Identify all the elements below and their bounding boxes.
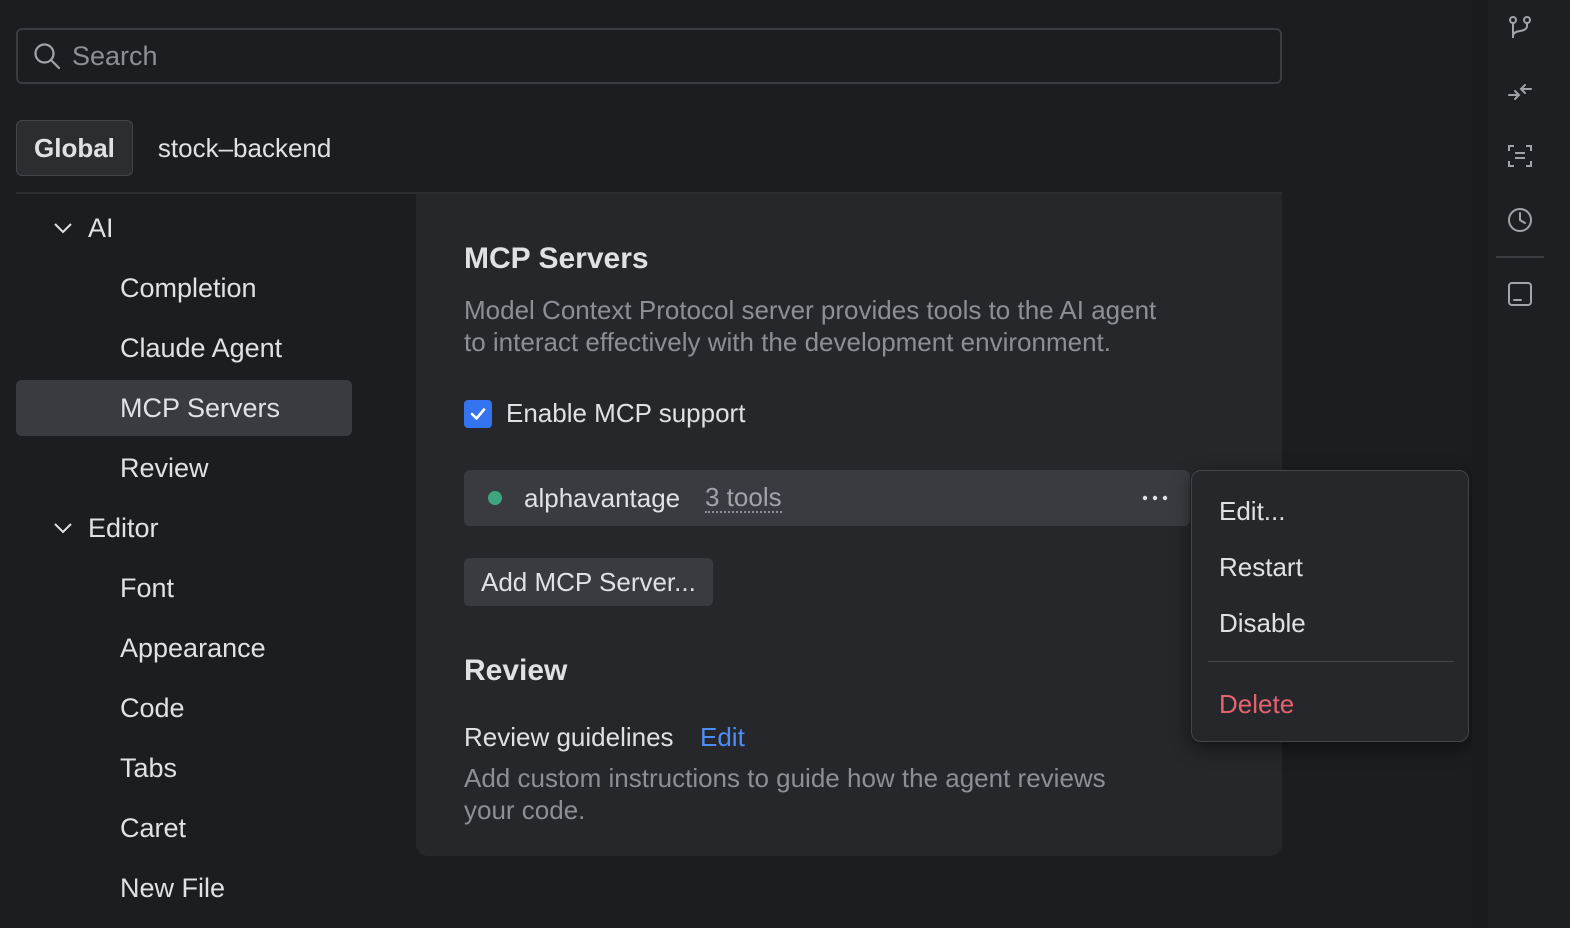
enable-mcp-checkbox[interactable]: Enable MCP support	[464, 398, 745, 429]
menu-item-disable[interactable]: Disable	[1192, 598, 1468, 648]
menu-item-delete[interactable]: Delete	[1192, 679, 1468, 729]
tree-item-label: Claude Agent	[120, 332, 283, 363]
tree-item-completion[interactable]: Completion	[16, 260, 352, 316]
scope-tabs: Global stock–backend	[16, 120, 348, 176]
tree-item-font[interactable]: Font	[16, 560, 352, 616]
tree-group-editor[interactable]: Editor	[16, 500, 352, 556]
checkbox-checked[interactable]	[464, 399, 492, 428]
review-description-line2: your code.	[464, 795, 586, 825]
tab-project[interactable]: stock–backend	[141, 120, 348, 176]
tree-item-new-file[interactable]: New File	[16, 860, 352, 916]
mcp-section-title: MCP Servers	[464, 242, 649, 275]
branch-icon[interactable]	[1506, 14, 1534, 42]
mcp-description-line1: Model Context Protocol server provides t…	[464, 295, 1157, 325]
server-status-dot	[488, 491, 502, 505]
tree-item-code[interactable]: Code	[16, 680, 352, 736]
checkmark-icon	[470, 407, 486, 420]
add-mcp-server-button[interactable]: Add MCP Server...	[464, 558, 713, 606]
right-gutter	[1472, 0, 1488, 928]
mcp-description-line2: to interact effectively with the develop…	[464, 327, 1111, 357]
tree-item-appearance[interactable]: Appearance	[16, 620, 352, 676]
scan-icon[interactable]	[1506, 142, 1534, 170]
review-guidelines-label: Review guidelines	[464, 722, 674, 752]
server-context-menu: Edit... Restart Disable Delete	[1191, 470, 1469, 742]
tree-item-review[interactable]: Review	[16, 440, 352, 496]
tab-global[interactable]: Global	[16, 120, 133, 176]
search-input[interactable]	[72, 40, 1280, 72]
tree-item-caret[interactable]: Caret	[16, 800, 352, 856]
more-options-icon[interactable]	[1136, 484, 1174, 512]
settings-window: Global stock–backend AI Completion Claud…	[0, 0, 1570, 928]
enable-mcp-label: Enable MCP support	[506, 398, 746, 428]
search-icon	[34, 43, 61, 70]
tree-group-label: AI	[88, 212, 114, 243]
settings-content-panel: MCP Servers Model Context Protocol serve…	[416, 194, 1282, 856]
tree-item-label: Appearance	[120, 632, 266, 663]
chevron-down-icon	[54, 223, 72, 234]
tree-group-ai[interactable]: AI	[16, 200, 352, 256]
tree-item-tabs[interactable]: Tabs	[16, 740, 352, 796]
mcp-server-row[interactable]: alphavantage 3 tools	[464, 470, 1190, 526]
right-tool-bar	[1488, 0, 1570, 928]
chevron-down-icon	[54, 523, 72, 534]
menu-item-restart[interactable]: Restart	[1192, 542, 1468, 592]
tree-item-label: New File	[120, 872, 226, 903]
tree-item-claude-agent[interactable]: Claude Agent	[16, 320, 352, 376]
tree-item-label: MCP Servers	[120, 392, 281, 423]
server-tools-link[interactable]: 3 tools	[705, 483, 782, 513]
tree-item-label: Caret	[120, 812, 187, 843]
toolbar-separator	[1496, 256, 1544, 258]
tree-item-label: Tabs	[120, 752, 178, 783]
tree-item-label: Code	[120, 692, 185, 723]
tree-item-label: Review	[120, 452, 209, 483]
review-section-title: Review	[464, 654, 568, 687]
search-box[interactable]	[16, 28, 1282, 84]
tree-item-mcp-servers[interactable]: MCP Servers	[16, 380, 352, 436]
server-name: alphavantage	[524, 482, 681, 513]
tree-group-label: Editor	[88, 512, 159, 543]
tree-item-label: Completion	[120, 272, 257, 303]
collapse-icon[interactable]	[1506, 78, 1534, 106]
menu-separator	[1208, 661, 1454, 662]
review-description-line1: Add custom instructions to guide how the…	[464, 763, 1106, 793]
menu-item-edit[interactable]: Edit...	[1192, 486, 1468, 536]
review-edit-link[interactable]: Edit	[700, 722, 745, 753]
clock-icon[interactable]	[1506, 206, 1534, 234]
panel-icon[interactable]	[1506, 280, 1534, 308]
tree-item-label: Font	[120, 572, 175, 603]
